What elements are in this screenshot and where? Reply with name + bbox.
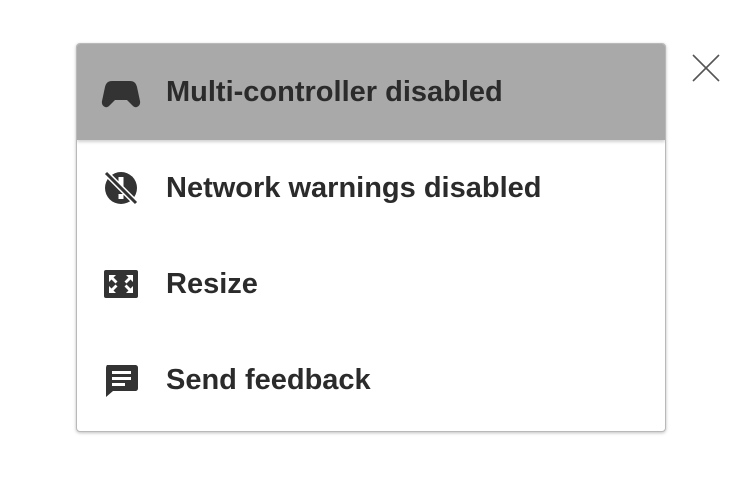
menu-item-label: Multi-controller disabled <box>166 75 503 108</box>
menu-item-label: Send feedback <box>166 363 371 396</box>
close-button[interactable] <box>690 52 722 84</box>
menu-item-network-warnings[interactable]: Network warnings disabled <box>77 140 665 236</box>
menu-item-label: Resize <box>166 267 258 300</box>
menu-item-send-feedback[interactable]: Send feedback <box>77 332 665 428</box>
resize-icon <box>99 262 143 306</box>
no-network-warning-icon <box>99 166 143 210</box>
close-icon <box>690 54 722 88</box>
menu-item-label: Network warnings disabled <box>166 171 542 204</box>
feedback-icon <box>99 358 143 402</box>
gamepad-icon <box>99 70 143 114</box>
menu-item-resize[interactable]: Resize <box>77 236 665 332</box>
overlay-menu: Multi-controller disabled Network warnin… <box>76 43 666 432</box>
menu-item-multi-controller[interactable]: Multi-controller disabled <box>77 44 665 140</box>
